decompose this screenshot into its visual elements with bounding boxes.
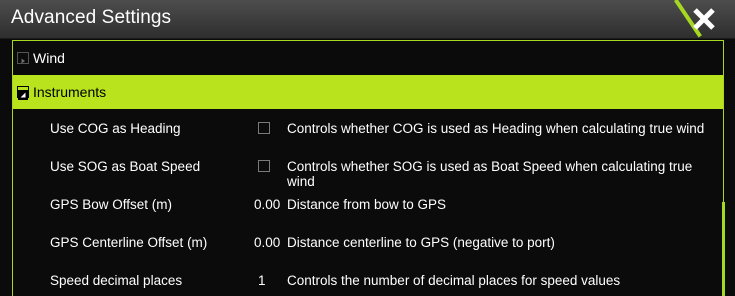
setting-name: Use COG as Heading [50,121,181,136]
setting-row-use-cog-as-heading: Use COG as Heading Controls whether COG … [13,110,723,148]
tree-node-wind[interactable]: Wind [13,42,723,76]
setting-name: Speed decimal places [50,273,183,288]
setting-description: Distance centerline to GPS (negative to … [287,235,555,250]
setting-row-speed-decimal-places: Speed decimal places 1 Controls the numb… [13,262,723,296]
tree-node-label: Instruments [33,84,107,100]
tree-node-label: Wind [33,50,65,66]
setting-name: GPS Bow Offset (m) [50,197,173,212]
setting-name: Use SOG as Boat Speed [50,159,201,174]
settings-tree-panel: Wind Instruments Use COG as Heading Cont… [12,40,724,296]
gps-bow-offset-value[interactable]: 0.00 [254,197,280,212]
setting-row-gps-centerline-offset: GPS Centerline Offset (m) 0.00 Distance … [13,224,723,262]
advanced-settings-dialog: Advanced Settings Wind Instruments Use C… [0,0,735,296]
setting-description: Distance from bow to GPS [287,197,447,212]
setting-description: Controls whether COG is used as Heading … [287,121,705,136]
setting-description: Controls whether SOG is used as Boat Spe… [287,159,693,189]
close-x-icon [693,8,715,30]
use-cog-checkbox[interactable] [258,122,270,134]
setting-row-use-sog-as-boat-speed: Use SOG as Boat Speed Controls whether S… [13,148,723,189]
collapse-arrow-icon[interactable] [17,86,29,100]
title-bar: Advanced Settings [0,0,735,39]
expand-arrow-icon[interactable] [17,52,29,64]
dialog-title: Advanced Settings [11,7,172,28]
use-sog-checkbox[interactable] [258,160,270,172]
speed-decimal-places-value[interactable]: 1 [258,273,266,288]
close-button[interactable] [684,3,724,35]
tree-node-instruments[interactable]: Instruments [13,75,723,109]
gps-centerline-offset-value[interactable]: 0.00 [254,235,280,250]
setting-row-gps-bow-offset: GPS Bow Offset (m) 0.00 Distance from bo… [13,186,723,224]
setting-description: Controls the number of decimal places fo… [287,273,621,288]
vertical-scrollbar[interactable] [722,202,725,296]
setting-name: GPS Centerline Offset (m) [50,235,208,250]
